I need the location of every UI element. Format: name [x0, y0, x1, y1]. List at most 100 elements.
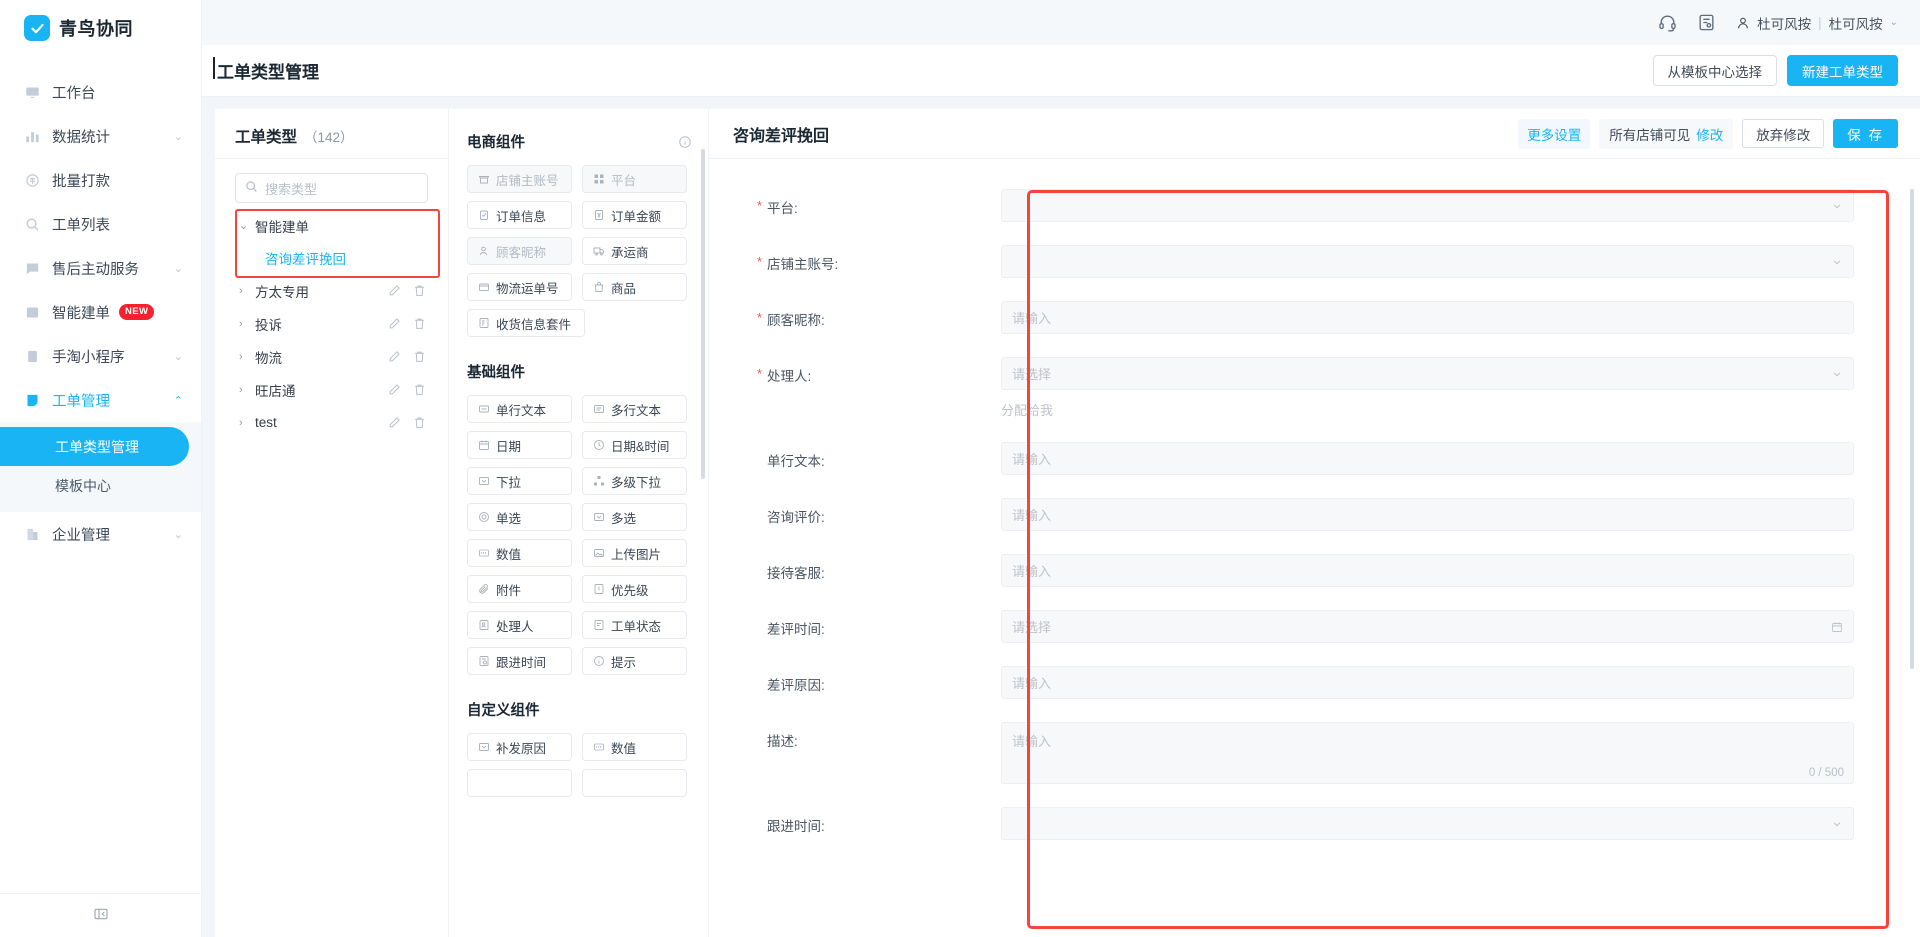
- palette-chip-extra-1[interactable]: [467, 769, 572, 797]
- document-icon[interactable]: [1697, 13, 1716, 32]
- reception-agent-input[interactable]: 请输入: [1001, 554, 1854, 587]
- palette-chip-attachment[interactable]: 附件: [467, 575, 572, 603]
- palette-chip-date[interactable]: 日期: [467, 431, 572, 459]
- sidebar-item-taobao-miniapp[interactable]: 手淘小程序 ⌄: [0, 334, 201, 378]
- sidebar-item-ticket-type-management[interactable]: 工单类型管理: [0, 427, 189, 466]
- required-asterisk: *: [757, 254, 763, 269]
- headset-icon[interactable]: [1658, 13, 1677, 32]
- sidebar-item-statistics[interactable]: 数据统计 ⌄: [0, 114, 201, 158]
- sidebar-item-label: 智能建单: [52, 305, 110, 322]
- trash-icon[interactable]: [413, 317, 426, 330]
- palette-chip-label: 订单信息: [496, 209, 547, 224]
- palette-chip-order-info[interactable]: 订单信息: [467, 201, 572, 229]
- assign-to-me-link[interactable]: 分配给我: [1001, 400, 1854, 419]
- palette-chip-customer-nickname[interactable]: 顾客昵称: [467, 237, 572, 265]
- pencil-icon[interactable]: [388, 383, 401, 396]
- pencil-icon[interactable]: [388, 350, 401, 363]
- pencil-icon[interactable]: [388, 284, 401, 297]
- palette-chip-date-time[interactable]: 日期&时间: [582, 431, 687, 459]
- trash-icon[interactable]: [413, 416, 426, 429]
- palette-chip-ticket-status[interactable]: 工单状态: [582, 611, 687, 639]
- sidebar-item-label: 数据统计: [52, 129, 110, 146]
- collapse-sidebar-button[interactable]: [0, 893, 201, 937]
- image-icon: [592, 547, 605, 560]
- tree-row[interactable]: › 旺店通: [229, 373, 434, 406]
- trash-icon[interactable]: [413, 350, 426, 363]
- platform-select[interactable]: [1001, 189, 1854, 222]
- form-scrollbar[interactable]: [1910, 189, 1914, 669]
- palette-chip-dropdown[interactable]: 下拉: [467, 467, 572, 495]
- trash-icon[interactable]: [413, 383, 426, 396]
- discard-changes-button[interactable]: 放弃修改: [1742, 119, 1825, 148]
- palette-chip-tip[interactable]: 提示: [582, 647, 687, 675]
- palette-chip-carrier[interactable]: 承运商: [582, 237, 687, 265]
- palette-chip-custom-number[interactable]: 数值: [582, 733, 687, 761]
- visibility-edit-link[interactable]: 修改: [1696, 128, 1723, 143]
- label-text: 店铺主账号:: [767, 257, 839, 272]
- bad-review-reason-input[interactable]: 请输入: [1001, 666, 1854, 699]
- tree-row[interactable]: › 物流: [229, 340, 434, 373]
- label-text: 单行文本:: [767, 454, 825, 469]
- sidebar-item-ticket-management[interactable]: 工单管理 ⌃: [0, 378, 201, 422]
- tree-row[interactable]: › 方太专用: [229, 274, 434, 307]
- save-button[interactable]: 保 存: [1833, 119, 1898, 148]
- sidebar-item-enterprise-management[interactable]: 企业管理 ⌄: [0, 512, 201, 556]
- new-ticket-type-button[interactable]: 新建工单类型: [1787, 55, 1898, 86]
- single-line-text-input[interactable]: 请输入: [1001, 442, 1854, 475]
- palette-chip-cascader[interactable]: 多级下拉: [582, 467, 687, 495]
- palette-chip-followup-time[interactable]: 跟进时间: [467, 647, 572, 675]
- pencil-icon[interactable]: [388, 416, 401, 429]
- account-name: 杜可风按: [1828, 16, 1883, 32]
- sidebar-item-batch-payment[interactable]: 批量打款: [0, 158, 201, 202]
- palette-chip-reissue-reason[interactable]: 补发原因: [467, 733, 572, 761]
- palette-chip-priority[interactable]: 优先级: [582, 575, 687, 603]
- more-settings-button[interactable]: 更多设置: [1518, 118, 1591, 149]
- palette-chip-shop-account[interactable]: 店铺主账号: [467, 165, 572, 193]
- palette-grid-basic: 单行文本 多行文本 日期 日期&时间 下拉 多级下拉 单选 多选 数值 上传图片…: [467, 395, 692, 675]
- palette-chip-upload-image[interactable]: 上传图片: [582, 539, 687, 567]
- bad-review-time-datepicker[interactable]: 请选择: [1001, 610, 1854, 643]
- form-field-control: 请输入: [1001, 442, 1854, 475]
- description-textarea[interactable]: 请输入: [1001, 722, 1854, 784]
- shop-account-select[interactable]: [1001, 245, 1854, 278]
- tree-row[interactable]: › test: [229, 406, 434, 439]
- followup-time-select[interactable]: [1001, 807, 1854, 840]
- tree-child-selected[interactable]: 咨询差评挽回: [229, 242, 434, 274]
- tree-node-label: 旺店通: [255, 383, 296, 399]
- sidebar-item-workbench[interactable]: 工作台: [0, 70, 201, 114]
- brand-logo[interactable]: 青鸟协同: [0, 0, 201, 56]
- info-circle-icon[interactable]: [678, 135, 692, 149]
- pencil-icon[interactable]: [388, 317, 401, 330]
- palette-chip-label: 日期&时间: [611, 439, 670, 454]
- palette-chip-number[interactable]: 数值: [467, 539, 572, 567]
- palette-chip-multi-line-text[interactable]: 多行文本: [582, 395, 687, 423]
- user-menu[interactable]: 杜可风按 | 杜可风按 ⌄: [1736, 13, 1898, 33]
- palette-chip-order-amount[interactable]: 订单金额: [582, 201, 687, 229]
- palette-chip-address-kit[interactable]: 收货信息套件: [467, 309, 585, 337]
- sidebar-item-template-center[interactable]: 模板中心: [0, 466, 201, 505]
- palette-chip-product[interactable]: 商品: [582, 273, 687, 301]
- palette-chip-checkbox[interactable]: 多选: [582, 503, 687, 531]
- palette-scrollbar[interactable]: [701, 149, 705, 479]
- cascader-icon: [592, 475, 605, 488]
- label-text: 咨询评价:: [767, 510, 825, 525]
- palette-chip-platform[interactable]: 平台: [582, 165, 687, 193]
- sidebar-item-smart-ticket[interactable]: 智能建单 NEW: [0, 290, 201, 334]
- palette-chip-tracking-number[interactable]: 物流运单号: [467, 273, 572, 301]
- trash-icon[interactable]: [413, 284, 426, 297]
- type-search-input[interactable]: 搜索类型: [235, 173, 428, 203]
- tree-row[interactable]: › 投诉: [229, 307, 434, 340]
- assignee-select[interactable]: 请选择: [1001, 357, 1854, 390]
- palette-chip-extra-2[interactable]: [582, 769, 687, 797]
- customer-nickname-input[interactable]: 请输入: [1001, 301, 1854, 334]
- palette-chip-radio[interactable]: 单选: [467, 503, 572, 531]
- choose-from-template-center-button[interactable]: 从模板中心选择: [1652, 55, 1777, 86]
- sidebar-item-ticket-list[interactable]: 工单列表: [0, 202, 201, 246]
- consult-rating-input[interactable]: 请输入: [1001, 498, 1854, 531]
- palette-chip-assignee[interactable]: 处理人: [467, 611, 572, 639]
- sidebar-item-aftersale-service[interactable]: 售后主动服务 ⌄: [0, 246, 201, 290]
- tree-row[interactable]: ⌄ 智能建单: [229, 209, 434, 242]
- page-header-actions: 从模板中心选择 新建工单类型: [1652, 55, 1898, 86]
- sidebar-item-label: 售后主动服务: [52, 261, 139, 278]
- palette-chip-single-line-text[interactable]: 单行文本: [467, 395, 572, 423]
